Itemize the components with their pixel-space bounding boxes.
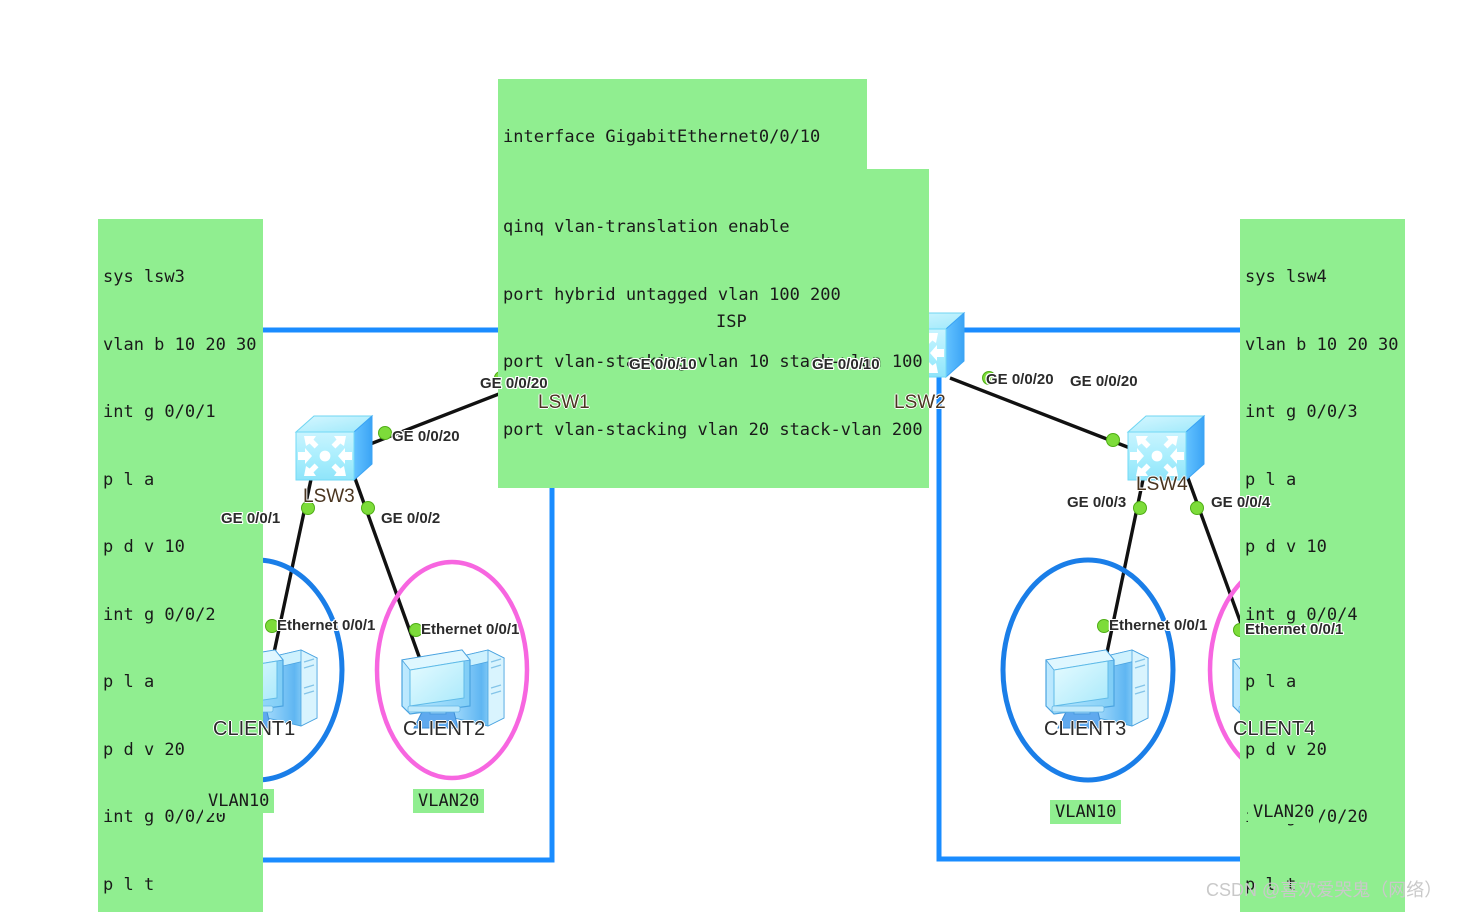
device-label-client1: CLIENT1 bbox=[213, 718, 296, 740]
switch-icon-lsw3[interactable] bbox=[295, 415, 373, 481]
port-dot-lsw4-ge20 bbox=[1106, 433, 1120, 447]
device-label-lsw4: LSW4 bbox=[1136, 474, 1188, 495]
network-diagram-canvas: interface GigabitEthernet0/0/10 port lin… bbox=[0, 0, 1461, 912]
isp-cloud-label: ISP bbox=[711, 310, 752, 334]
lsw3-config-line-6: p l a bbox=[103, 672, 155, 692]
port-dot-lsw3-ge2 bbox=[361, 501, 375, 515]
lsw4-config-line-0: sys lsw4 bbox=[1245, 267, 1327, 287]
port-label-client1-eth: Ethernet 0/0/1 bbox=[277, 617, 376, 634]
switch-icon-lsw4[interactable] bbox=[1127, 415, 1205, 481]
port-label-lsw4-ge4: GE 0/0/4 bbox=[1211, 494, 1271, 511]
device-label-client3: CLIENT3 bbox=[1044, 718, 1127, 740]
pc-icon-client2[interactable] bbox=[401, 649, 505, 729]
lsw3-config-line-3: p l a bbox=[103, 469, 155, 490]
lsw3-config-line-1: vlan b 10 20 30 bbox=[103, 334, 257, 355]
port-label-lsw1-ge20: GE 0/0/20 bbox=[480, 375, 548, 392]
pc-icon-client3[interactable] bbox=[1045, 649, 1149, 729]
lsw4-config-line-3: p l a bbox=[1245, 469, 1297, 490]
lsw4-config-line-6: p l a bbox=[1245, 672, 1297, 692]
port-label-lsw3-ge2: GE 0/0/2 bbox=[381, 510, 441, 527]
port-label-lsw2-ge20: GE 0/0/20 bbox=[986, 371, 1054, 388]
port-label-lsw1-ge10: GE 0/0/10 bbox=[629, 356, 697, 373]
qinq-config-line-3: port vlan-stacking vlan 20 stack-vlan 20… bbox=[503, 419, 923, 440]
vlan-tag-right-vlan10: VLAN10 bbox=[1050, 800, 1122, 824]
device-label-client2: CLIENT2 bbox=[403, 718, 486, 740]
port-dot-lsw4-ge4 bbox=[1190, 501, 1204, 515]
port-label-lsw4-ge3: GE 0/0/3 bbox=[1067, 494, 1127, 511]
port-label-client2-eth: Ethernet 0/0/1 bbox=[421, 621, 520, 638]
device-label-lsw2: LSW2 bbox=[894, 392, 946, 413]
lsw3-config-line-7: p d v 20 bbox=[103, 739, 185, 760]
lsw3-config-line-4: p d v 10 bbox=[103, 537, 185, 557]
lsw3-config-line-9: p l t bbox=[103, 874, 155, 895]
device-label-client4: CLIENT4 bbox=[1233, 718, 1316, 740]
port-label-lsw3-ge1: GE 0/0/1 bbox=[221, 510, 281, 527]
lsw3-config-line-5: int g 0/0/2 bbox=[103, 604, 216, 625]
lsw4-config-line-4: p d v 10 bbox=[1245, 537, 1327, 557]
port-label-lsw4-ge20: GE 0/0/20 bbox=[1070, 373, 1138, 390]
lsw4-config-line-1: vlan b 10 20 30 bbox=[1245, 334, 1399, 355]
lsw3-config-line-2: int g 0/0/1 bbox=[103, 402, 216, 422]
qinq-config-line-0: qinq vlan-translation enable bbox=[503, 217, 790, 237]
port-label-lsw2-ge10: GE 0/0/10 bbox=[812, 356, 880, 373]
lsw3-config-line-0: sys lsw3 bbox=[103, 267, 185, 287]
vlan-tag-left-vlan20: VLAN20 bbox=[413, 789, 485, 813]
port-dot-lsw3-ge20 bbox=[378, 426, 392, 440]
port-dot-lsw4-ge3 bbox=[1133, 501, 1147, 515]
qinq-config-line-1: port hybrid untagged vlan 100 200 bbox=[503, 284, 841, 305]
csdn-watermark: CSDN @喜欢爱哭鬼（网络） bbox=[1206, 880, 1443, 900]
vlan-tag-right-vlan20: VLAN20 bbox=[1248, 800, 1320, 824]
lsw4-config-line-7: p d v 20 bbox=[1245, 739, 1327, 760]
trunk-config-line-0: interface GigabitEthernet0/0/10 bbox=[503, 127, 821, 147]
port-label-client3-eth: Ethernet 0/0/1 bbox=[1109, 617, 1208, 634]
port-label-client4-eth: Ethernet 0/0/1 bbox=[1245, 621, 1344, 638]
port-label-lsw3-ge20: GE 0/0/20 bbox=[392, 428, 460, 445]
device-label-lsw3: LSW3 bbox=[303, 486, 355, 507]
device-label-lsw1: LSW1 bbox=[538, 392, 590, 413]
vlan-tag-left-vlan10: VLAN10 bbox=[203, 789, 275, 813]
lsw4-config-line-2: int g 0/0/3 bbox=[1245, 402, 1358, 422]
